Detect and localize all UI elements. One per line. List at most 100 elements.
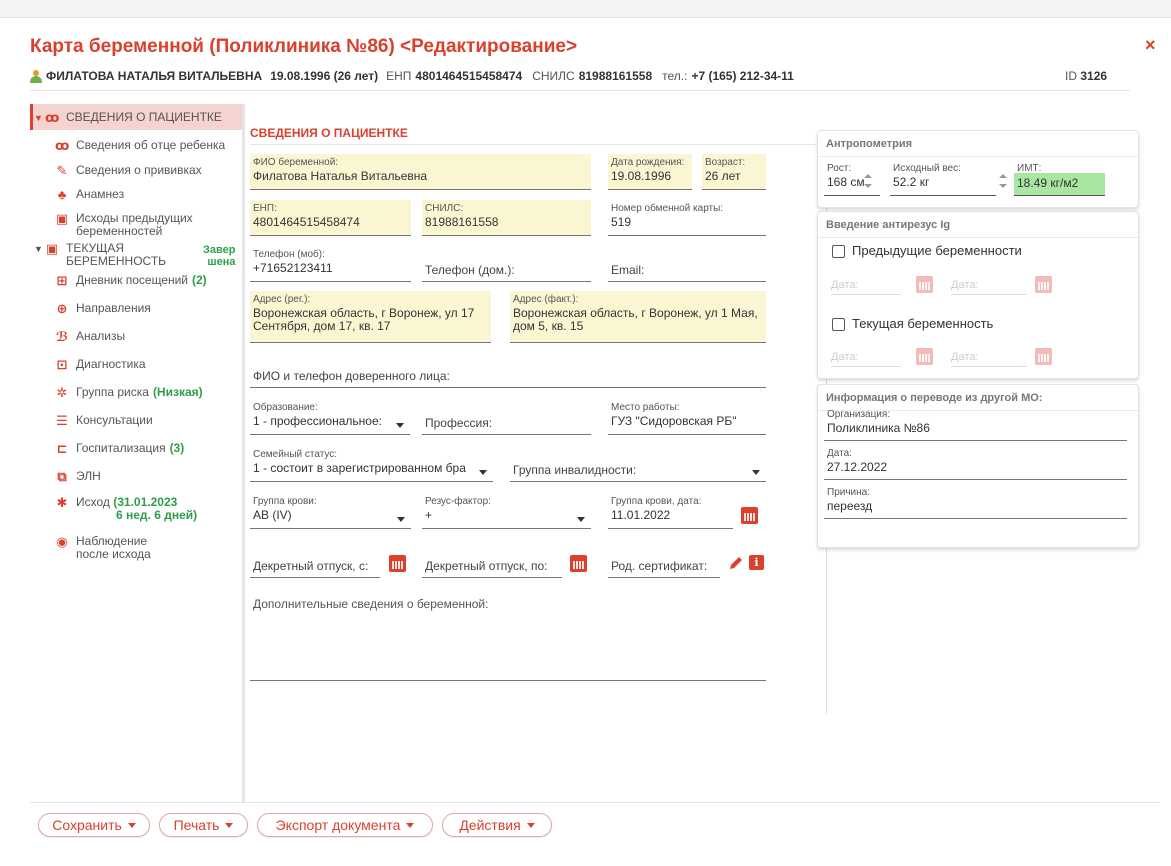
blood-group-select[interactable]: Группа крови: AB (IV) — [250, 493, 411, 529]
field-label: Номер обменной карты: — [611, 203, 724, 214]
sidebar-item-father-info[interactable]: ꝏ Сведения об отце ребенка — [55, 139, 225, 153]
patient-birth: 19.08.1996 (26 лет) — [270, 69, 379, 83]
baby-icon: ✱ — [56, 495, 68, 510]
mobile-phone-field[interactable]: Телефон (моб): +71652123411 — [250, 246, 411, 282]
bed-icon: ⊏ — [56, 441, 68, 456]
enp-field[interactable]: ЕНП: 4801464515458474 — [250, 200, 411, 236]
prev-date-from-field[interactable]: Дата: — [831, 275, 901, 295]
prev-date-to-field[interactable]: Дата: — [951, 275, 1027, 295]
current-pregnancy-checkbox[interactable] — [832, 318, 845, 331]
leave-from-field[interactable]: Декретный отпуск, с: — [250, 546, 380, 578]
close-icon[interactable]: × — [1145, 35, 1156, 56]
field-value: 168 см — [827, 175, 865, 189]
trusted-person-field[interactable]: ФИО и телефон доверенного лица: — [250, 356, 766, 388]
print-button[interactable]: Печать — [159, 813, 248, 837]
address-fact-field[interactable]: Адрес (факт.): Воронежская область, г Во… — [510, 291, 766, 343]
workplace-field[interactable]: Место работы: ГУЗ "Сидоровская РБ" — [608, 399, 766, 435]
sidebar-item-referrals[interactable]: ⊕ Направления — [55, 302, 151, 316]
pregnancy-card-dialog: Карта беременной (Поликлиника №86) <Реда… — [10, 18, 1171, 866]
sidebar-item-consultations[interactable]: ☰ Консультации — [55, 414, 153, 428]
address-reg-field[interactable]: Адрес (рег.): Воронежская область, г Вор… — [250, 291, 491, 343]
actions-button[interactable]: Действия — [442, 813, 552, 837]
info-icon[interactable]: i — [749, 555, 764, 570]
pencil-icon[interactable] — [728, 555, 744, 571]
chevron-down-icon[interactable]: ▼ — [34, 111, 43, 125]
calendar-icon[interactable] — [1035, 276, 1052, 293]
email-field[interactable]: Email: — [608, 246, 766, 282]
sidebar-item-analyses[interactable]: ℬ Анализы — [55, 330, 125, 344]
sidebar-item-diagnostics[interactable]: ⊡ Диагностика — [55, 358, 146, 372]
fio-field[interactable]: ФИО беременной: Филатова Наталья Виталье… — [250, 154, 591, 190]
patient-enp: 4801464515458474 — [415, 69, 523, 83]
exchange-card-field[interactable]: Номер обменной карты: 519 — [608, 200, 766, 236]
sidebar-item-risk-group[interactable]: ✲ Группа риска (Низкая) — [55, 386, 203, 400]
field-label: Профессия: — [425, 416, 493, 430]
save-button[interactable]: Сохранить — [38, 813, 150, 837]
sidebar-item-visit-diary[interactable]: ⊞ Дневник посещений (2) — [55, 274, 207, 288]
field-label: Организация: — [827, 409, 891, 420]
family-status-select[interactable]: Семейный статус: 1 - состоит в зарегистр… — [250, 446, 493, 482]
calendar-icon[interactable] — [389, 555, 406, 572]
outcome-term: 6 нед. 6 дней) — [116, 508, 198, 522]
reason-field[interactable]: Причина: переезд — [824, 486, 1127, 519]
pregnancy-status: Завер шена — [203, 244, 235, 268]
sidebar-item-previous-outcomes[interactable]: ▣ Исходы предыдущих беременностей — [55, 212, 193, 238]
patient-phone-label: тел.: — [662, 69, 688, 83]
current-pregnancy-label: Текущая беременность — [852, 316, 994, 331]
antirhesus-panel: Введение антирезус Ig Предыдущие беремен… — [817, 211, 1139, 379]
sidebar-item-anamnesis[interactable]: ♣ Анамнез — [55, 188, 124, 202]
sidebar-item-eln[interactable]: ⧉ ЭЛН — [55, 469, 100, 484]
sidebar-item-label: Анамнез — [76, 187, 125, 201]
sidebar-item-vaccinations[interactable]: ✎ Сведения о прививках — [55, 164, 202, 178]
field-label: ЕНП: — [253, 203, 277, 214]
sidebar-item-hospitalization[interactable]: ⊏ Госпитализация (3) — [55, 441, 185, 456]
calendar-icon[interactable] — [1035, 348, 1052, 365]
weight-stepper-icon[interactable] — [999, 174, 1007, 188]
curr-date-from-field[interactable]: Дата: — [831, 347, 901, 367]
profession-field[interactable]: Профессия: — [422, 399, 591, 435]
calendar-icon[interactable] — [916, 348, 933, 365]
plus-calendar-icon: ⊕ — [56, 301, 68, 316]
field-value: Филатова Наталья Витальевна — [253, 169, 428, 183]
dob-field[interactable]: Дата рождения: 19.08.1996 — [608, 154, 692, 190]
sidebar-item-outcome[interactable]: ✱ Исход (31.01.2023 6 нед. 6 дней) — [55, 495, 198, 522]
copy-icon: ⧉ — [57, 469, 67, 484]
chevron-down-icon — [752, 470, 760, 475]
blood-date-field[interactable]: Группа крови, дата: 11.01.2022 — [608, 493, 733, 529]
calendar-icon[interactable] — [741, 507, 758, 524]
height-stepper-icon[interactable] — [864, 174, 872, 188]
sidebar-item-label: Диагностика — [76, 357, 146, 371]
initial-weight-field[interactable]: Исходный вес: 52.2 кг — [890, 160, 996, 196]
caret-down-icon — [127, 822, 136, 828]
field-value: Воронежская область, г Воронеж, ул 17 Се… — [253, 306, 475, 333]
calendar-icon[interactable] — [570, 555, 587, 572]
save-button-label: Сохранить — [52, 817, 122, 833]
organization-field[interactable]: Организация: Поликлиника №86 — [824, 408, 1127, 441]
home-phone-field[interactable]: Телефон (дом.): — [422, 246, 591, 282]
calendar-icon[interactable] — [916, 276, 933, 293]
disability-select[interactable]: Группа инвалидности: — [510, 446, 766, 482]
rh-factor-select[interactable]: Резус-фактор: + — [422, 493, 591, 529]
curr-date-to-field[interactable]: Дата: — [951, 347, 1027, 367]
sidebar-item-current-pregnancy[interactable]: ▼ ▣ ТЕКУЩАЯ БЕРЕМЕННОСТЬ — [34, 242, 166, 268]
birth-certificate-field[interactable]: Род. сертификат: — [608, 546, 720, 578]
sidebar-item-post-outcome[interactable]: ◉ Наблюдение после исхода — [55, 535, 151, 561]
snils-field[interactable]: СНИЛС: 81988161558 — [422, 200, 591, 236]
field-value: 26 лет — [705, 169, 741, 183]
panel-title: Антропометрия — [826, 138, 913, 150]
chevron-down-icon[interactable]: ▼ — [34, 242, 43, 256]
export-button-label: Экспорт документа — [275, 817, 401, 833]
education-select[interactable]: Образование: 1 - профессиональное: — [250, 399, 410, 435]
additional-info-field[interactable]: Дополнительные сведения о беременной: — [250, 593, 766, 681]
export-button[interactable]: Экспорт документа — [257, 813, 433, 837]
caret-down-icon — [526, 822, 535, 828]
chevron-down-icon — [577, 517, 585, 522]
leave-to-field[interactable]: Декретный отпуск, по: — [422, 546, 562, 578]
field-label: Резус-фактор: — [425, 496, 491, 507]
field-label: Email: — [611, 263, 645, 277]
field-label: Исходный вес: — [893, 163, 961, 174]
transfer-date-field[interactable]: Дата: 27.12.2022 — [824, 447, 1127, 480]
previous-pregnancies-checkbox[interactable] — [832, 245, 845, 258]
sidebar-item-patient-info[interactable]: ▼ ꝏ СВЕДЕНИЯ О ПАЦИЕНТКЕ — [34, 111, 222, 125]
clipboard-icon: ▣ — [45, 241, 59, 256]
